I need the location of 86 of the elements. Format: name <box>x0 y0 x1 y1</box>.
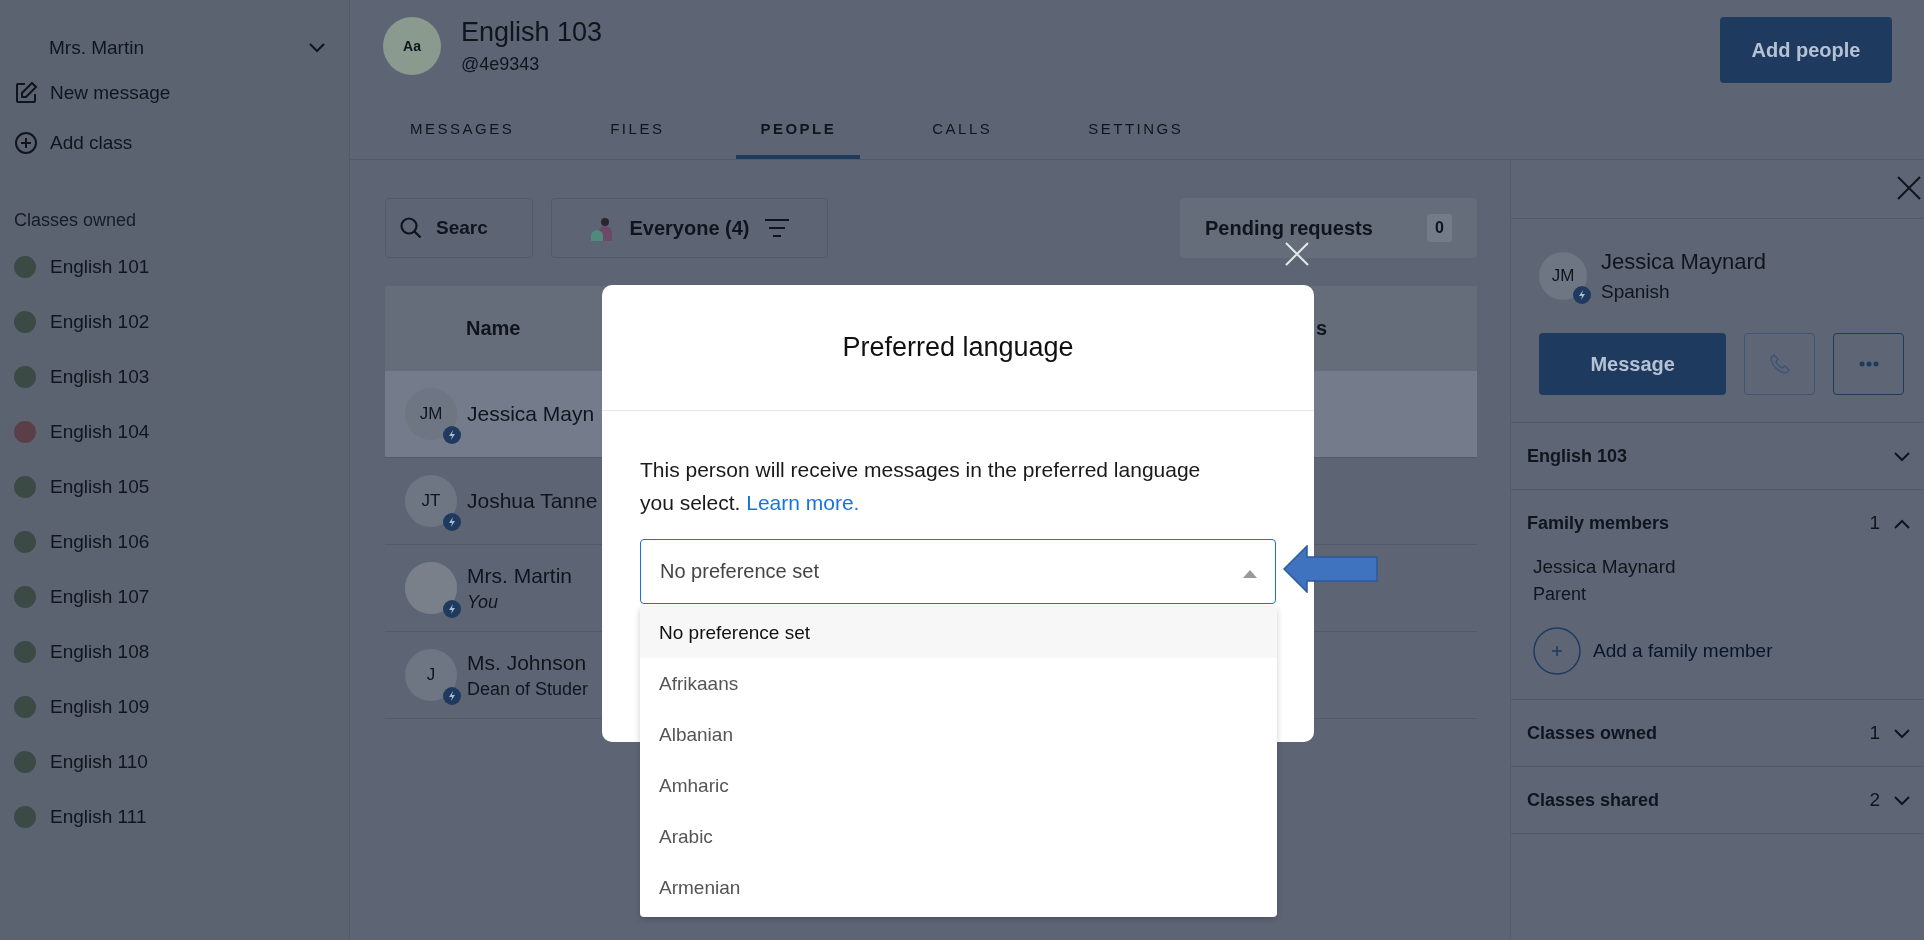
class-item[interactable]: English 109 <box>50 695 150 718</box>
column-header: s <box>1315 317 1327 340</box>
class-code: @4e9343 <box>461 54 541 75</box>
expand-chevron-icon <box>1894 795 1910 806</box>
lightning-badge-icon <box>443 513 461 531</box>
language-select[interactable]: No preference set <box>640 539 1276 604</box>
column-header: Name <box>466 317 521 340</box>
avatar-initials: J <box>426 665 436 685</box>
person-role: You <box>467 591 500 613</box>
dropdown-option[interactable]: Albanian <box>640 709 1277 760</box>
member-name: Jessica Maynard <box>1533 556 1677 578</box>
add-circle-icon <box>1533 627 1581 675</box>
section-title: English 103 <box>1527 445 1628 467</box>
class-item[interactable]: English 110 <box>50 750 148 773</box>
account-name: Mrs. Martin <box>49 37 144 59</box>
tab[interactable]: CALLS <box>908 110 1017 159</box>
avatar-photo-placeholder <box>405 562 457 614</box>
dropdown-option[interactable]: Arabic <box>640 811 1277 862</box>
profile-language: Spanish <box>1601 281 1671 303</box>
avatar-initials: JM <box>419 404 443 424</box>
person-role: Dean of Studer <box>467 678 589 700</box>
class-item[interactable]: English 105 <box>50 475 150 498</box>
more-icon <box>1858 361 1879 367</box>
dropdown-option[interactable]: No preference set <box>640 607 1277 658</box>
lightning-badge-icon <box>443 600 461 618</box>
close-icon <box>1896 174 1922 201</box>
section-title: Classes owned <box>14 210 138 231</box>
collapse-chevron-icon <box>1894 518 1910 529</box>
person-name: Mrs. Martin <box>467 563 572 588</box>
class-item[interactable]: English 102 <box>50 310 150 333</box>
add-family-member-link[interactable]: Add a family member <box>1527 605 1773 699</box>
add-people-button[interactable]: Add people <box>1720 17 1892 83</box>
filter-icon <box>763 218 790 238</box>
class-item[interactable]: English 106 <box>50 530 150 553</box>
tab[interactable]: SETTINGS <box>1064 110 1208 159</box>
lightning-badge-icon <box>443 687 461 705</box>
search-icon <box>399 216 423 240</box>
expand-chevron-icon <box>1894 728 1910 739</box>
more-button[interactable] <box>1833 333 1904 395</box>
sidebar-action[interactable]: Add class <box>50 132 133 154</box>
class-item[interactable]: English 108 <box>50 640 150 663</box>
account-menu[interactable]: Mrs. Martin <box>14 28 349 68</box>
person-name: Ms. Johnson <box>467 650 588 675</box>
sidebar-action[interactable]: New message <box>50 82 171 104</box>
tab[interactable]: FILES <box>586 110 689 159</box>
learn-more-link[interactable]: Learn more. <box>746 491 860 514</box>
section-count: 1 <box>1869 722 1880 744</box>
class-title: English 103 <box>461 17 603 48</box>
section-title: Family members <box>1527 512 1670 534</box>
tab[interactable]: PEOPLE <box>736 110 861 159</box>
person-name: Jessica Mayn <box>467 402 595 426</box>
section-title: Classes shared <box>1527 789 1660 811</box>
profile-name: Jessica Maynard <box>1601 249 1767 275</box>
add-circle-icon <box>14 131 38 155</box>
search-field[interactable]: Searc <box>385 198 533 258</box>
expand-chevron-icon <box>1894 451 1910 462</box>
section-count: 1 <box>1869 512 1880 534</box>
pending-requests-button[interactable]: Pending requests 0 <box>1180 198 1477 258</box>
tab[interactable]: MESSAGES <box>386 110 539 159</box>
lightning-badge-icon <box>443 426 461 444</box>
phone-icon <box>1768 353 1791 375</box>
section-title: Classes owned <box>1527 722 1658 744</box>
class-item[interactable]: English 104 <box>50 420 150 443</box>
close-icon <box>1284 241 1310 267</box>
avatar-initials: JT <box>421 491 441 511</box>
dropdown-option[interactable]: Afrikaans <box>640 658 1277 709</box>
dropdown-option[interactable]: Amharic <box>640 760 1277 811</box>
compose-icon <box>14 81 38 105</box>
class-item[interactable]: English 101 <box>50 255 150 278</box>
dropdown-option[interactable]: Armenian <box>640 862 1277 913</box>
pending-count: 0 <box>1427 214 1452 242</box>
section-count: 2 <box>1869 789 1880 811</box>
avatar-initials: JM <box>1551 266 1575 286</box>
class-avatar: Aa <box>383 17 441 75</box>
caret-up-icon <box>1243 570 1257 578</box>
lightning-badge-icon <box>1573 286 1591 304</box>
member-role: Parent <box>1533 584 1588 605</box>
class-item[interactable]: English 107 <box>50 585 150 608</box>
class-item[interactable]: English 111 <box>50 805 147 828</box>
message-button[interactable]: Message <box>1539 333 1727 395</box>
person-name: Joshua Tanne <box>467 489 598 513</box>
chevron-down-icon <box>309 43 325 53</box>
class-item[interactable]: English 103 <box>50 365 150 388</box>
dialog-title: Preferred language <box>842 332 1074 363</box>
dialog-text: This person will receive messages in the preferred language you select. Learn more. <box>640 457 1202 516</box>
audience-filter-button[interactable]: Everyone (4) <box>551 198 828 258</box>
